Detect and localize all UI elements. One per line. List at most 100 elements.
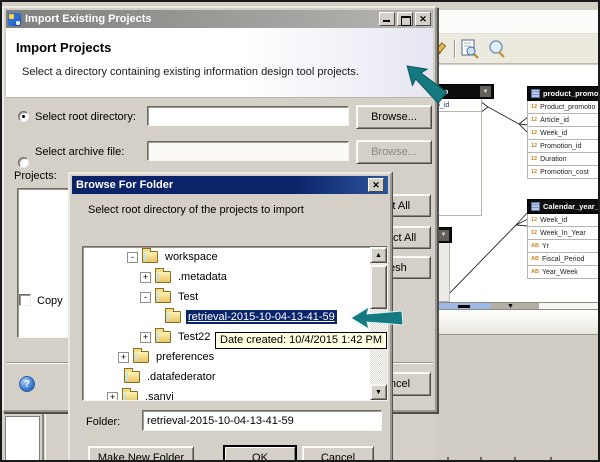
- screenshot-root: kup ▼ o_id ▼ product_promot 12Product_pr…: [0, 0, 600, 462]
- cancel-button[interactable]: Cancel: [302, 446, 374, 460]
- db-field-row[interactable]: AB Fiscal_Period: [527, 253, 598, 266]
- db-table-product-promotions[interactable]: product_promot 12 Product_promotio 12 Arti…: [527, 86, 600, 179]
- tree-item-metadata[interactable]: + .metadata: [83, 267, 387, 287]
- table-grid-icon: [531, 202, 540, 211]
- db-field-row[interactable]: AB Year_Week: [527, 266, 598, 279]
- text-type-icon: AB: [531, 269, 539, 275]
- collapse-icon[interactable]: -: [140, 291, 151, 303]
- db-field-row[interactable]: 12 Week_In_Year: [527, 227, 598, 240]
- browse-dialog-title: Browse For Folder: [76, 179, 174, 191]
- dropdown-arrow-icon: ▼: [507, 303, 514, 310]
- wizard-header: Import Projects Select a directory conta…: [6, 28, 433, 98]
- root-directory-radio[interactable]: [18, 111, 29, 122]
- db-field-row[interactable]: 12 Duration: [527, 153, 598, 166]
- app-icon: [8, 12, 21, 26]
- search-document-icon[interactable]: [460, 39, 480, 59]
- pencil-icon[interactable]: [436, 41, 450, 57]
- db-field-row[interactable]: 12 Week_id: [527, 127, 598, 140]
- bg-app-top-band: [436, 10, 598, 34]
- scroll-tab-white[interactable]: [539, 302, 598, 310]
- tree-item-retrieval-selected[interactable]: retrieval-2015-10-04-13-41-59: [83, 307, 387, 327]
- close-icon[interactable]: ✕: [368, 178, 384, 192]
- browse-dialog-titlebar[interactable]: Browse For Folder ✕: [72, 176, 388, 194]
- ok-button[interactable]: OK: [224, 446, 296, 460]
- tree-item-datafederator[interactable]: .datafederator: [83, 367, 387, 387]
- archive-file-input: [147, 141, 349, 161]
- expand-icon[interactable]: +: [140, 331, 151, 343]
- db-table-title: product_promot: [543, 89, 600, 98]
- db-table-title: Calendar_year_: [543, 202, 599, 211]
- ruler-tick: [447, 457, 449, 460]
- dropdown-arrow-icon[interactable]: ▼: [480, 86, 491, 97]
- magnifier-icon[interactable]: [486, 39, 508, 59]
- make-new-folder-button[interactable]: Make New Folder: [88, 446, 194, 460]
- db-table-partial[interactable]: kup ▼ o_id: [432, 84, 494, 216]
- folder-tree[interactable]: - workspace + .metadata - Test retrieval…: [82, 246, 388, 401]
- db-field-row[interactable]: AB Yr: [527, 240, 598, 253]
- browse-for-folder-dialog: Browse For Folder ✕ Select root director…: [68, 172, 392, 460]
- scroll-down-icon[interactable]: ▼: [370, 384, 387, 400]
- db-table-partial-body: [432, 112, 482, 216]
- db-field-row[interactable]: 12 Product_promotio: [527, 101, 598, 114]
- scroll-tab-blue[interactable]: [436, 302, 491, 310]
- scroll-up-icon[interactable]: ▲: [370, 247, 387, 263]
- browse-archive-button: Browse...: [356, 140, 432, 164]
- db-field-row[interactable]: 12 Promotion_cost: [527, 166, 598, 179]
- copy-checkbox-label: Copy: [37, 295, 63, 307]
- root-directory-input[interactable]: [147, 106, 349, 126]
- tree-item-test[interactable]: - Test: [83, 287, 387, 307]
- folder-icon: [155, 268, 171, 283]
- expand-icon[interactable]: +: [118, 351, 129, 363]
- bg-left-panel-divider: [42, 414, 46, 460]
- folder-icon: [133, 348, 149, 363]
- browse-root-button[interactable]: Browse...: [356, 105, 432, 129]
- folder-icon: [124, 368, 140, 383]
- bg-app-canvas: kup ▼ o_id ▼ product_promot 12Product_pr…: [432, 65, 600, 302]
- bg-app-toolbar: [436, 34, 598, 64]
- text-type-icon: AB: [531, 243, 539, 249]
- folder-icon: [142, 248, 158, 263]
- copy-checkbox[interactable]: [19, 294, 31, 306]
- scrollbar-thumb[interactable]: [370, 265, 387, 309]
- expand-icon[interactable]: +: [140, 271, 151, 283]
- dropdown-arrow-icon[interactable]: ▼: [438, 229, 449, 241]
- scroll-thumb-dash: [458, 305, 470, 308]
- bg-left-panel-fragment: [5, 416, 40, 460]
- help-icon[interactable]: ?: [19, 376, 35, 392]
- collapse-icon[interactable]: -: [127, 251, 138, 263]
- folder-icon: [155, 328, 171, 343]
- ruler-tick: [480, 457, 482, 460]
- numeric-type-icon: 12: [531, 217, 538, 223]
- numeric-type-icon: 12: [531, 117, 538, 123]
- tree-item-preferences[interactable]: + preferences: [83, 347, 387, 367]
- numeric-type-icon: 12: [531, 130, 538, 136]
- expand-icon[interactable]: +: [107, 391, 118, 400]
- ruler-tick: [514, 457, 516, 460]
- numeric-type-icon: 12: [531, 169, 538, 175]
- table-grid-icon: [531, 89, 540, 98]
- bg-lower-panel: [436, 336, 598, 460]
- maximize-icon[interactable]: [397, 12, 413, 26]
- numeric-type-icon: 12: [531, 230, 538, 236]
- tree-item-workspace[interactable]: - workspace: [83, 247, 387, 267]
- date-created-tooltip: Date created: 10/4/2015 1:42 PM: [215, 332, 388, 349]
- numeric-type-icon: 12: [531, 156, 538, 162]
- folder-name-input[interactable]: retrieval-2015-10-04-13-41-59: [142, 410, 382, 431]
- archive-file-radio-label: Select archive file:: [35, 146, 125, 158]
- tree-item-sanvi[interactable]: + .sanvi: [83, 387, 387, 400]
- db-field-row[interactable]: 12 Promotion_id: [527, 140, 598, 153]
- import-dialog-titlebar[interactable]: Import Existing Projects ✕: [6, 10, 433, 28]
- folder-icon: [122, 388, 138, 400]
- projects-label: Projects:: [14, 170, 57, 182]
- db-table-calendar-year[interactable]: Calendar_year_ 12 Week_id 12 Week_In_Year …: [527, 199, 599, 279]
- minimize-icon[interactable]: [379, 12, 395, 26]
- text-type-icon: AB: [531, 256, 539, 262]
- scroll-tab-gray[interactable]: ▼: [491, 302, 539, 310]
- db-field-row[interactable]: 12 Article_id: [527, 114, 598, 127]
- close-icon[interactable]: ✕: [415, 12, 431, 26]
- archive-file-radio[interactable]: [18, 157, 29, 168]
- ruler-tick: [550, 457, 552, 460]
- db-field-row[interactable]: 12 Week_id: [527, 214, 598, 227]
- folder-icon: [165, 308, 181, 323]
- numeric-type-icon: 12: [531, 143, 538, 149]
